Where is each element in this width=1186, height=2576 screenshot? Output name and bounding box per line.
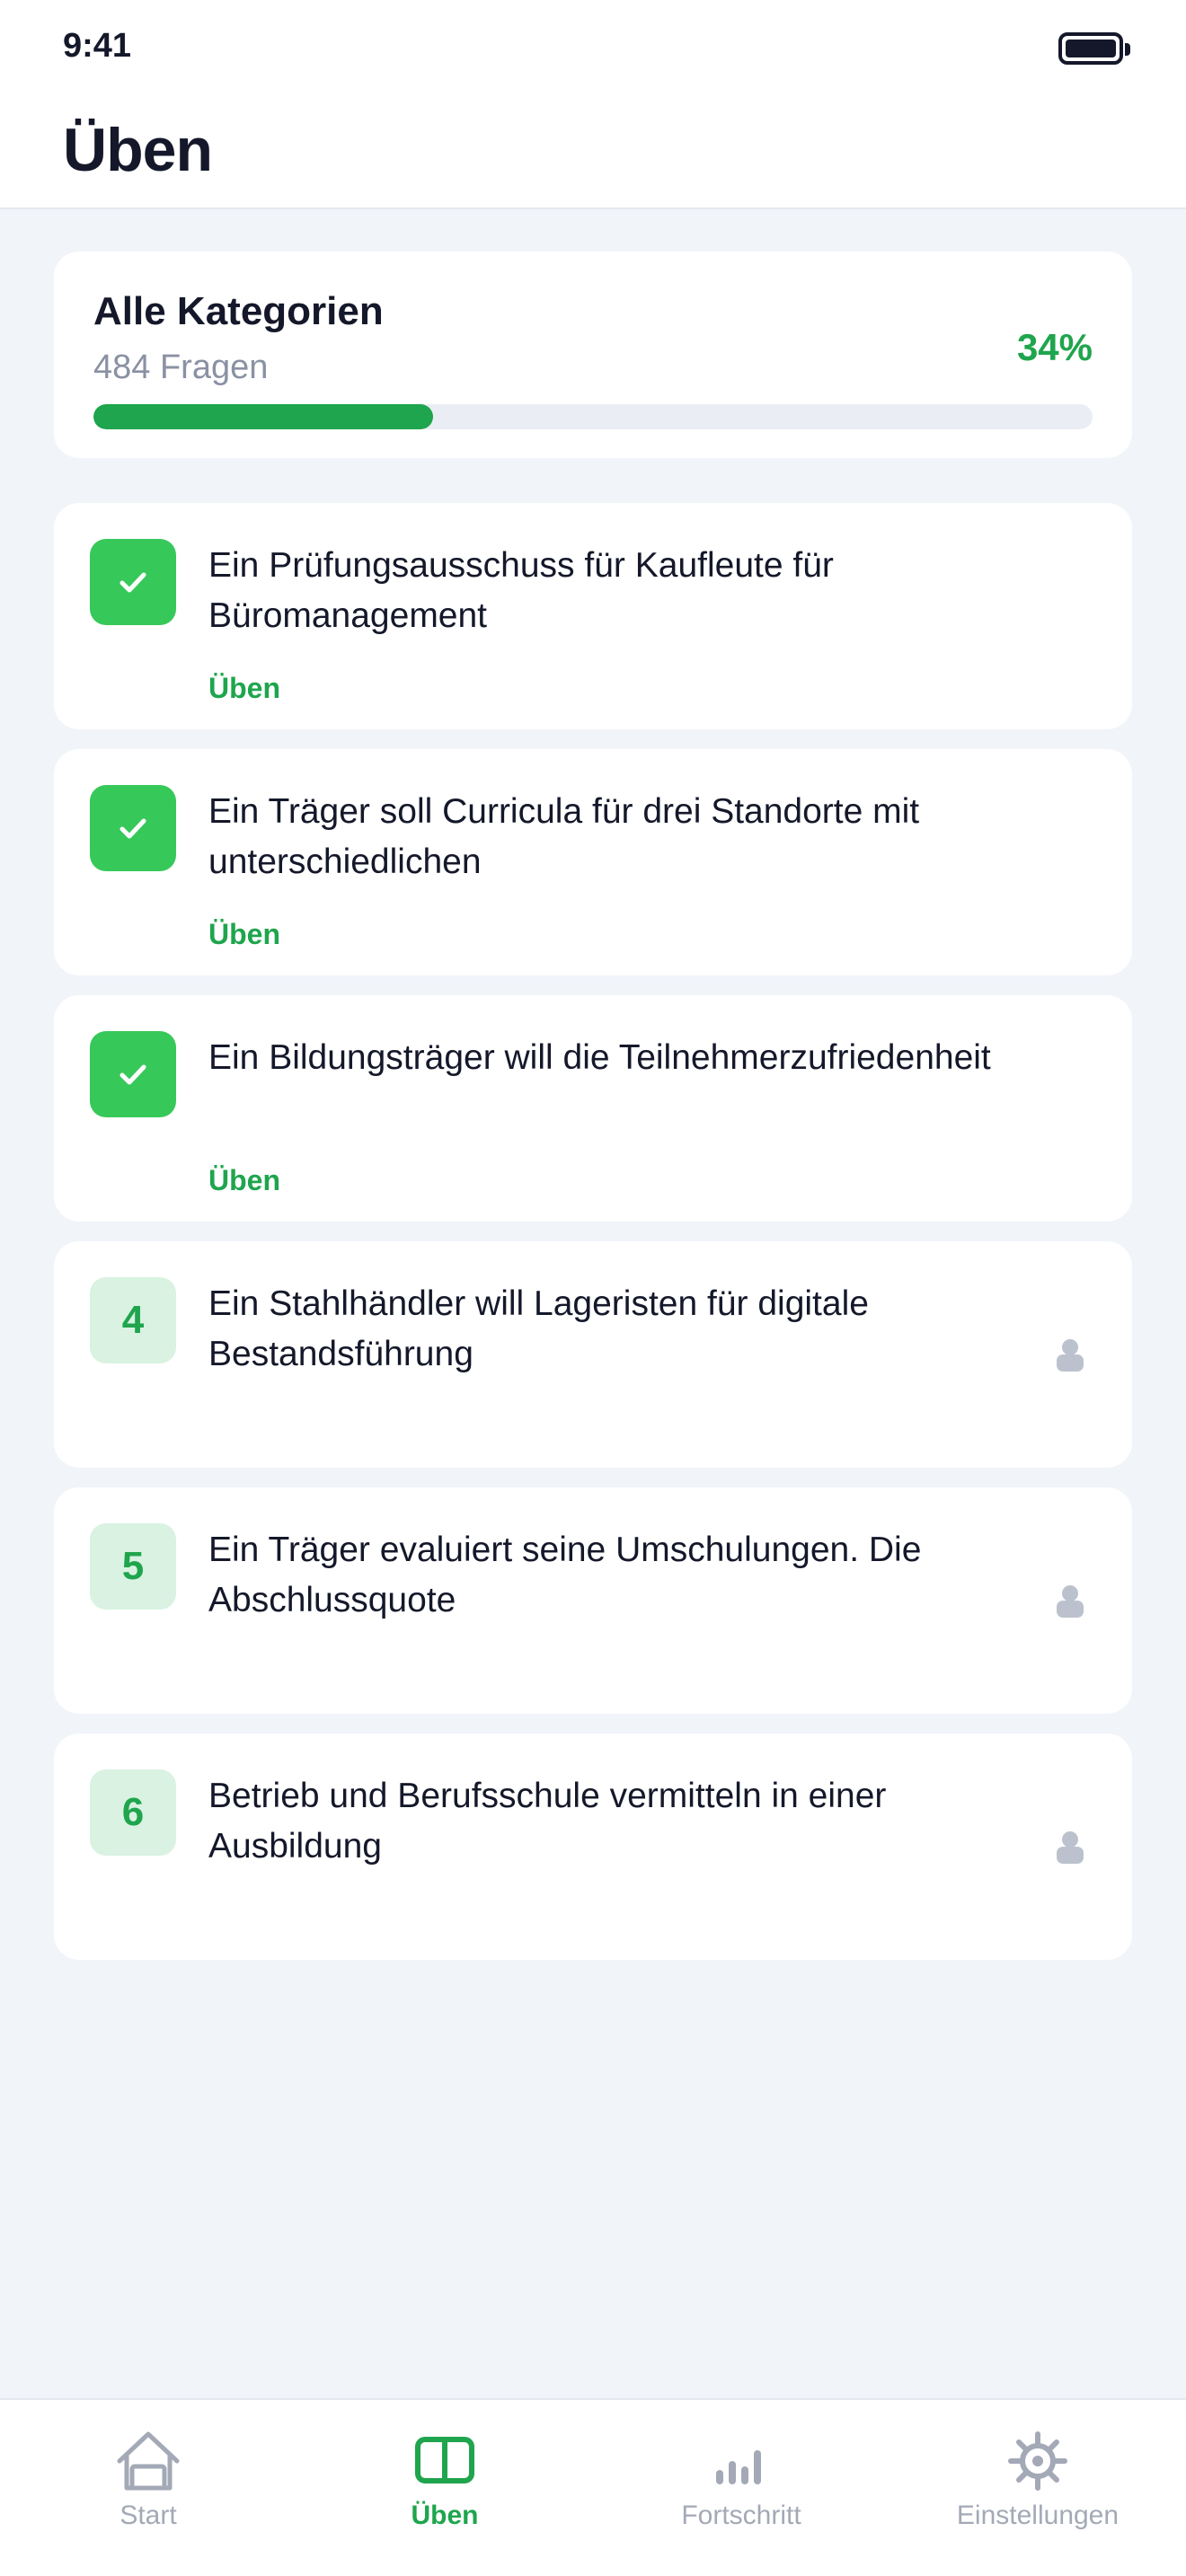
progress-bar-fill <box>93 404 434 429</box>
home-icon <box>117 2431 180 2491</box>
progress-percent: 34% <box>1016 326 1093 368</box>
checkmark-icon <box>119 818 146 839</box>
question-card-1[interactable]: Ein Prüfungsausschuss für Kaufleute für … <box>54 503 1132 729</box>
summary-title: Alle Kategorien <box>93 289 384 333</box>
page-title: Üben <box>63 116 213 184</box>
lock-icon <box>1057 1339 1084 1372</box>
tab-label: Einstellungen <box>956 2501 1120 2530</box>
tab-settings[interactable]: Einstellungen <box>890 2400 1186 2576</box>
question-text: Ein Träger evaluiert seine Umschulungen.… <box>208 1531 922 1619</box>
question-text: Betrieb und Berufsschule vermitteln in e… <box>208 1777 887 1866</box>
check-badge <box>90 539 176 625</box>
practice-link[interactable]: Üben <box>208 1164 280 1197</box>
check-badge <box>90 785 176 871</box>
tab-progress[interactable]: Fortschritt <box>593 2400 890 2576</box>
category-summary-card[interactable]: Alle Kategorien 484 Fragen 34% <box>54 251 1132 458</box>
lock-icon <box>1057 1585 1084 1618</box>
question-card-4[interactable]: 4 Ein Stahlhändler will Lageristen für d… <box>54 1241 1132 1468</box>
tab-label: Fortschritt <box>681 2501 801 2530</box>
question-text: Ein Prüfungsausschuss für Kaufleute für … <box>208 546 834 635</box>
gear-icon <box>1008 2431 1067 2491</box>
number-badge: 6 <box>90 1769 176 1856</box>
number-badge: 4 <box>90 1277 176 1363</box>
progress-bar <box>93 404 1093 429</box>
practice-link[interactable]: Üben <box>208 672 280 705</box>
tab-start[interactable]: Start <box>0 2400 296 2576</box>
checkmark-icon <box>119 1064 146 1085</box>
question-text: Ein Bildungsträger will die Teilnehmerzu… <box>208 1038 991 1077</box>
question-count: 484 Fragen <box>93 348 269 386</box>
question-card-2[interactable]: Ein Träger soll Curricula für drei Stand… <box>54 749 1132 975</box>
practice-link[interactable]: Üben <box>208 918 280 951</box>
tab-bar: Start Üben Fortschritt Einstellungen <box>0 2398 1186 2576</box>
tab-label: Start <box>119 2501 177 2530</box>
tab-label: Üben <box>411 2501 479 2530</box>
question-card-6[interactable]: 6 Betrieb und Berufsschule vermitteln in… <box>54 1734 1132 1960</box>
check-badge <box>90 1031 176 1117</box>
header: 9:41 Üben <box>0 0 1186 209</box>
question-text: Ein Stahlhändler will Lageristen für dig… <box>208 1284 869 1373</box>
number-badge: 5 <box>90 1523 176 1610</box>
checkmark-icon <box>119 572 146 593</box>
question-card-5[interactable]: 5 Ein Träger evaluiert seine Umschulunge… <box>54 1487 1132 1714</box>
question-text: Ein Träger soll Curricula für drei Stand… <box>208 792 920 881</box>
practice-screen: 9:41 Üben Alle Kategorien 484 Fragen 34%… <box>0 0 1186 2576</box>
book-icon <box>415 2437 474 2483</box>
tab-practice[interactable]: Üben <box>296 2400 593 2576</box>
question-card-3[interactable]: Ein Bildungsträger will die Teilnehmerzu… <box>54 995 1132 1222</box>
battery-icon <box>1058 32 1130 65</box>
lock-icon <box>1057 1831 1084 1864</box>
bar-chart-icon <box>716 2450 761 2484</box>
status-time: 9:41 <box>63 27 132 65</box>
